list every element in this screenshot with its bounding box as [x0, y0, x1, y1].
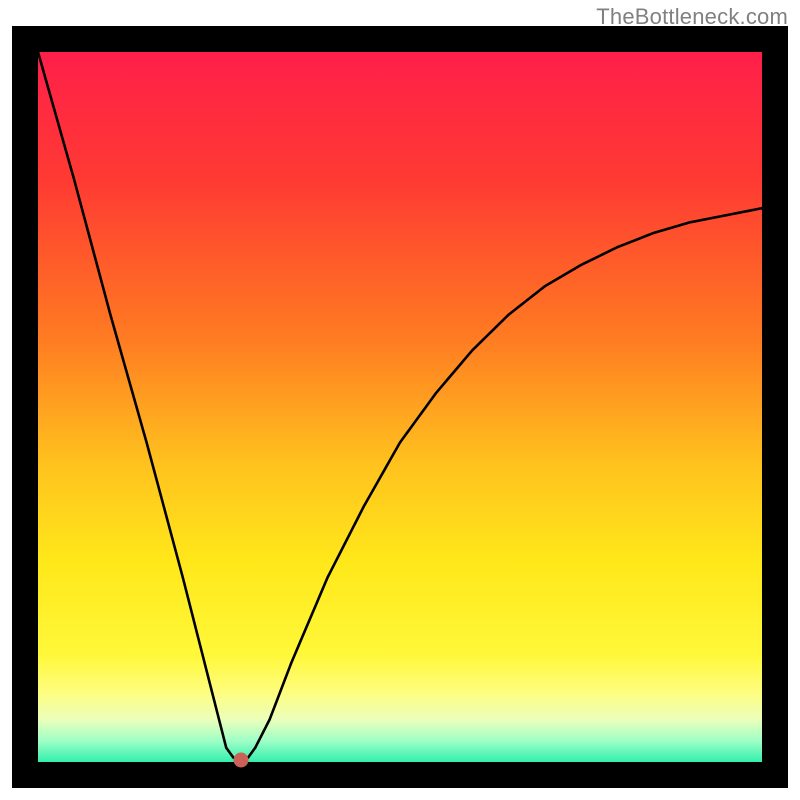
curve-path: [38, 52, 762, 759]
optimal-point-marker: [233, 752, 248, 767]
watermark-text: TheBottleneck.com: [596, 4, 788, 30]
chart-stage: TheBottleneck.com: [0, 0, 800, 800]
bottleneck-curve: [38, 52, 762, 762]
